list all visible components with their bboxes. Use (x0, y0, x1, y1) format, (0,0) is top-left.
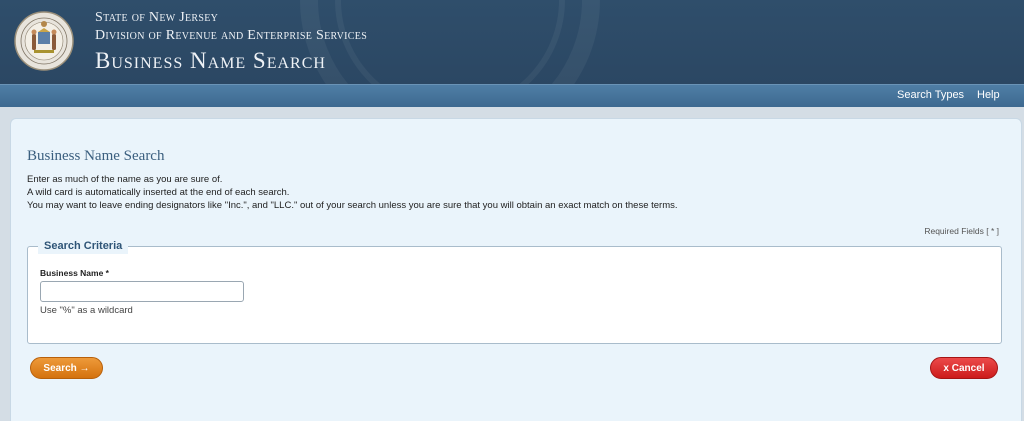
instruction-line: You may want to leave ending designators… (27, 200, 678, 211)
instruction-line: A wild card is automatically inserted at… (27, 187, 290, 198)
instructions: Enter as much of the name as you are sur… (27, 173, 678, 212)
top-navbar: Search Types Help (0, 84, 1024, 107)
site-header: State of New Jersey Division of Revenue … (0, 0, 1024, 84)
wildcard-hint: Use "%" as a wildcard (40, 305, 133, 316)
required-fields-note: Required Fields [ * ] (924, 226, 999, 236)
instruction-line: Enter as much of the name as you are sur… (27, 174, 223, 185)
search-criteria-legend: Search Criteria (38, 239, 129, 254)
division-name: Division of Revenue and Enterprise Servi… (95, 28, 368, 43)
business-name-label: Business Name * (40, 268, 109, 278)
state-seal-icon (14, 11, 74, 71)
search-criteria-fieldset: Search Criteria Business Name * Use "%" … (27, 239, 1002, 344)
state-name: State of New Jersey (95, 10, 219, 25)
main-content: Business Name Search Enter as much of th… (10, 118, 1022, 421)
search-button[interactable]: Search → (30, 357, 103, 379)
page-title: Business Name Search (27, 148, 165, 164)
nav-help[interactable]: Help (977, 89, 1000, 101)
cancel-button[interactable]: x Cancel (930, 357, 998, 379)
nav-search-types[interactable]: Search Types (897, 89, 964, 101)
site-title: Business Name Search (95, 48, 326, 73)
business-name-input[interactable] (40, 281, 244, 302)
